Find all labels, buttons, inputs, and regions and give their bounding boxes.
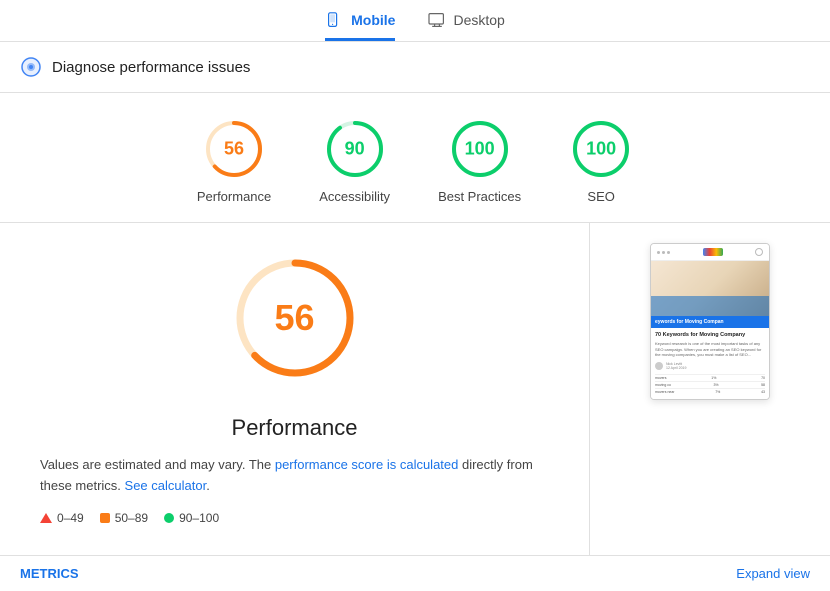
large-circle-performance: 56	[230, 253, 360, 383]
phone-cell-q2: 58	[761, 383, 765, 387]
score-card-best-practices[interactable]: 100 Best Practices	[438, 117, 521, 204]
phone-article-banner: eywords for Moving Compan	[651, 316, 769, 328]
large-score-container: 56	[40, 253, 549, 399]
legend-good-icon	[164, 513, 174, 523]
circle-accessibility: 90	[323, 117, 387, 181]
legend-fail-icon	[40, 513, 52, 523]
phone-avatar	[655, 362, 663, 370]
circle-best-practices: 100	[448, 117, 512, 181]
score-label-seo: SEO	[587, 189, 614, 204]
phone-author-row: Nick Levitt 12 April 2019	[655, 362, 765, 370]
legend-average-icon	[100, 513, 110, 523]
tab-desktop[interactable]: Desktop	[427, 12, 504, 41]
desc-end: .	[206, 478, 210, 493]
circle-seo: 100	[569, 117, 633, 181]
phone-table: movers 1% 70 moving co 3% 58 movers near…	[655, 374, 765, 395]
phone-logo	[703, 248, 723, 256]
main-content: 56 Performance Values are estimated and …	[0, 223, 830, 555]
diagnose-bar: Diagnose performance issues	[0, 42, 830, 93]
phone-table-row-3: movers near 7% 43	[655, 388, 765, 395]
score-label-performance: Performance	[197, 189, 271, 204]
phone-table-row-2: moving co 3% 58	[655, 381, 765, 388]
circle-performance: 56	[202, 117, 266, 181]
phone-cell-q1: 70	[761, 376, 765, 380]
phone-article-date: 12 April 2019	[666, 366, 686, 370]
desc-link1[interactable]: performance score is calculated	[275, 457, 459, 472]
legend-good: 90–100	[164, 511, 219, 525]
phone-hero-image	[651, 261, 769, 316]
phone-cell-v2: 3%	[713, 383, 718, 387]
phone-article-text: Keyword research is one of the most impo…	[655, 341, 765, 358]
bottom-bar: METRICS Expand view	[0, 555, 830, 591]
score-card-performance[interactable]: 56 Performance	[197, 117, 271, 204]
score-card-accessibility[interactable]: 90 Accessibility	[319, 117, 390, 204]
phone-cell-q3: 43	[761, 390, 765, 394]
diagnose-icon	[20, 56, 42, 78]
desc-start: Values are estimated and may vary. The	[40, 457, 275, 472]
tab-desktop-label: Desktop	[453, 12, 504, 28]
score-value-performance: 56	[224, 139, 244, 160]
legend-average: 50–89	[100, 511, 148, 525]
phone-cell-kw1: movers	[655, 376, 666, 380]
score-row: 56 Performance 90 Accessibility 100 Best…	[0, 93, 830, 223]
phone-preview: eywords for Moving Compan 70 Keywords fo…	[650, 243, 770, 400]
legend-good-label: 90–100	[179, 511, 219, 525]
dot1	[657, 251, 660, 254]
large-score-value: 56	[274, 297, 314, 339]
score-value-accessibility: 90	[345, 139, 365, 160]
diagnose-title: Diagnose performance issues	[52, 59, 250, 76]
phone-search-icon	[755, 248, 763, 256]
phone-article-body: 70 Keywords for Moving Company Keyword r…	[651, 328, 769, 399]
left-panel: 56 Performance Values are estimated and …	[0, 223, 590, 555]
phone-article-title: 70 Keywords for Moving Company	[655, 332, 765, 338]
expand-view-link[interactable]: Expand view	[736, 566, 810, 581]
legend-fail: 0–49	[40, 511, 84, 525]
phone-header	[651, 244, 769, 261]
legend-fail-label: 0–49	[57, 511, 84, 525]
desc-link2[interactable]: See calculator	[125, 478, 207, 493]
phone-cell-v1: 1%	[711, 376, 716, 380]
score-legend: 0–49 50–89 90–100	[40, 511, 549, 525]
tab-mobile[interactable]: Mobile	[325, 12, 395, 41]
dot3	[667, 251, 670, 254]
phone-cell-kw2: moving co	[655, 383, 671, 387]
right-panel: eywords for Moving Compan 70 Keywords fo…	[590, 223, 830, 555]
phone-cell-kw3: movers near	[655, 390, 674, 394]
score-value-seo: 100	[586, 139, 616, 160]
phone-table-row-1: movers 1% 70	[655, 374, 765, 381]
tab-mobile-label: Mobile	[351, 12, 395, 28]
tab-bar: Mobile Desktop	[0, 0, 830, 42]
score-value-best-practices: 100	[465, 139, 495, 160]
score-card-seo[interactable]: 100 SEO	[569, 117, 633, 204]
phone-author-info: Nick Levitt 12 April 2019	[666, 362, 686, 370]
dot2	[662, 251, 665, 254]
performance-panel-title: Performance	[40, 415, 549, 441]
score-label-accessibility: Accessibility	[319, 189, 390, 204]
metrics-label[interactable]: METRICS	[20, 566, 79, 581]
legend-average-label: 50–89	[115, 511, 148, 525]
phone-header-dots	[657, 251, 670, 254]
performance-description: Values are estimated and may vary. The p…	[40, 455, 549, 497]
phone-cell-v3: 7%	[715, 390, 720, 394]
score-label-best-practices: Best Practices	[438, 189, 521, 204]
